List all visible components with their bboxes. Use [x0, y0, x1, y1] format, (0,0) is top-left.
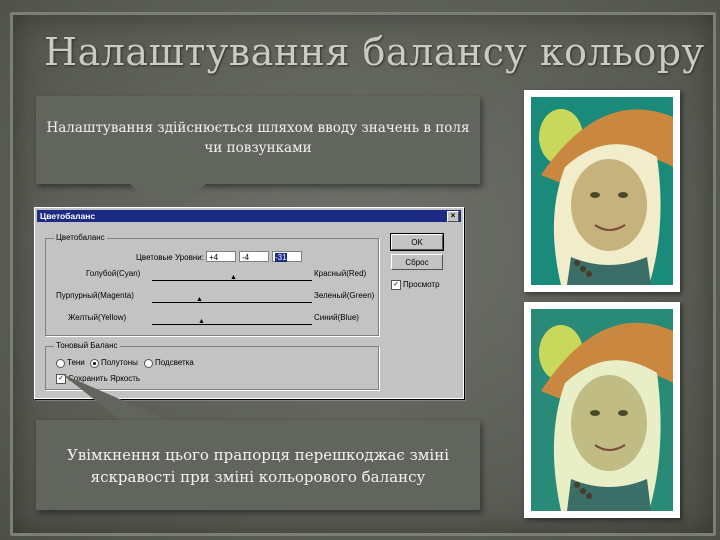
level-cyan-red-input[interactable]: +4: [206, 251, 236, 262]
slide: Налаштування балансу кольору Налаштуванн…: [0, 0, 720, 540]
level-magenta-green-input[interactable]: -4: [239, 251, 269, 262]
callout-bottom-text: Увімкнення цього прапорця перешкоджає зм…: [66, 446, 450, 486]
radio-midtones-label: Полутоны: [101, 358, 138, 367]
red-label: Красный(Red): [314, 269, 367, 278]
photo-before: [524, 90, 680, 292]
yellow-blue-slider[interactable]: [152, 324, 312, 325]
radio-midtones[interactable]: [90, 359, 99, 368]
color-balance-group-label: Цветобаланс: [54, 233, 107, 242]
color-balance-dialog: Цветобаланс × Цветобаланс Цветовые Уровн…: [34, 207, 464, 399]
photo-after: [524, 302, 680, 518]
callout-top-text: Налаштування здійснюється шляхом вводу з…: [46, 120, 470, 156]
slide-title: Налаштування балансу кольору: [44, 30, 705, 74]
magenta-label: Пурпурный(Magenta): [56, 291, 134, 300]
radio-highlights-label: Подсветка: [155, 358, 194, 367]
girl-portrait-adjusted-image: [531, 309, 673, 511]
girl-portrait-image: [531, 97, 673, 285]
blue-label: Синий(Blue): [314, 313, 359, 322]
radio-shadows-label: Тени: [67, 358, 85, 367]
yellow-label: Желтый(Yellow): [68, 313, 127, 322]
preview-checkbox[interactable]: ✓: [391, 280, 401, 290]
green-label: Зеленый(Green): [314, 291, 375, 300]
preview-label: Просмотр: [403, 280, 440, 289]
callout-bottom: Увімкнення цього прапорця перешкоджає зм…: [36, 420, 480, 510]
cyan-red-slider-thumb[interactable]: ▲: [230, 274, 237, 281]
magenta-green-slider-thumb[interactable]: ▲: [196, 296, 203, 303]
dialog-titlebar: Цветобаланс ×: [37, 210, 461, 222]
preserve-luminosity-checkbox[interactable]: ✓: [56, 374, 66, 384]
tone-balance-group: Тоновый Баланс Тени Полутоны Подсветка ✓…: [45, 341, 379, 390]
tone-balance-group-label: Тоновый Баланс: [54, 341, 120, 350]
level-yellow-blue-input[interactable]: -31: [272, 251, 302, 262]
preserve-luminosity-label: Сохранить Яркость: [68, 374, 141, 383]
ok-button[interactable]: OK: [390, 233, 444, 251]
dialog-title: Цветобаланс: [40, 211, 96, 221]
radio-shadows[interactable]: [56, 359, 65, 368]
yellow-blue-slider-thumb[interactable]: ▲: [198, 318, 205, 325]
magenta-green-slider[interactable]: [152, 302, 312, 303]
color-balance-group: Цветобаланс Цветовые Уровни: +4 -4 -31 Г…: [45, 233, 379, 336]
radio-highlights[interactable]: [144, 359, 153, 368]
color-levels-label: Цветовые Уровни:: [136, 253, 204, 262]
close-icon[interactable]: ×: [447, 211, 459, 222]
cyan-label: Голубой(Cyan): [86, 269, 141, 278]
reset-button[interactable]: Сброс: [391, 254, 443, 270]
callout-top: Налаштування здійснюється шляхом вводу з…: [36, 96, 480, 184]
